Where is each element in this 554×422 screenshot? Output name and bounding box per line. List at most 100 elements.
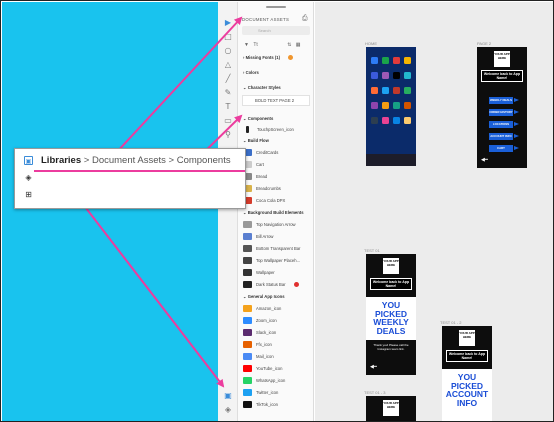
component-thumbnail xyxy=(243,377,252,385)
app-logo: YOUR APP HERE xyxy=(383,400,399,416)
component-item[interactable]: TikTok_icon xyxy=(238,400,313,410)
component-item[interactable]: Coca Cola DPX xyxy=(238,196,313,206)
search-input[interactable]: Search xyxy=(242,26,310,35)
warning-badge xyxy=(293,282,299,288)
app-icon xyxy=(382,72,389,79)
char-style-item[interactable]: BOLD TEXT PAGE 2 xyxy=(242,95,310,106)
app-icon xyxy=(371,72,378,79)
component-item[interactable]: YouTube_icon xyxy=(238,364,313,374)
component-item[interactable]: Cart xyxy=(238,160,313,170)
component-label: Ffx_icon xyxy=(256,342,272,347)
component-thumbnail xyxy=(243,341,252,349)
breadcrumb-components[interactable]: Components xyxy=(177,155,231,166)
layers-rail-icon[interactable]: ◈ xyxy=(223,405,233,415)
artboard-home[interactable] xyxy=(366,47,416,166)
component-item[interactable]: Breadcrumbs xyxy=(238,184,313,194)
component-item[interactable]: Amazon_icon xyxy=(238,304,313,314)
ellipse-tool-icon[interactable]: ○ xyxy=(223,46,233,56)
artboard-test2[interactable]: YOUR APP HERE Welcome back to App Name! … xyxy=(442,326,492,421)
component-item[interactable]: Dark Status Bar xyxy=(238,280,313,290)
component-group[interactable]: ⌄ General App Icons xyxy=(238,292,313,302)
filter-icon[interactable]: ▼ xyxy=(244,42,249,48)
libraries-icon[interactable]: ▣ xyxy=(24,156,33,165)
plugins-icon[interactable]: ⊞ xyxy=(24,190,33,199)
menu-button[interactable]: ACCOUNT INFO xyxy=(489,133,519,140)
component-item[interactable]: Bread xyxy=(238,172,313,182)
panel-grip[interactable] xyxy=(266,6,286,8)
missing-fonts-section[interactable]: › Missing Fonts (1) xyxy=(238,53,313,63)
menu-button[interactable]: LOCATIONS xyxy=(489,121,519,128)
component-thumbnail xyxy=(243,245,252,253)
artboard-test1[interactable]: YOUR APP HERE Welcome back to App Name! … xyxy=(366,254,416,375)
component-label: Twitter_icon xyxy=(256,390,279,395)
app-icon xyxy=(404,87,411,94)
component-group[interactable]: ⌄ Background Build Elements xyxy=(238,208,313,218)
component-item[interactable]: Ffx_icon xyxy=(238,340,313,350)
app-icon xyxy=(404,57,411,64)
grid-view-icon[interactable]: ▦ xyxy=(296,42,301,48)
artboard-tool-icon[interactable]: ▭ xyxy=(223,116,233,126)
back-arrow-icon[interactable]: ◀━ xyxy=(481,157,488,163)
select-tool-icon[interactable]: ▶ xyxy=(223,18,233,28)
component-item[interactable]: Wallpaper xyxy=(238,268,313,278)
component-label: Slack_icon xyxy=(256,330,277,335)
component-label: General App Icons xyxy=(247,294,285,299)
pen-tool-icon[interactable]: ✎ xyxy=(223,88,233,98)
component-item[interactable]: Bottom Transparent Bar xyxy=(238,244,313,254)
text-tool-icon[interactable]: T xyxy=(223,102,233,112)
layers-icon[interactable]: ◈ xyxy=(24,173,33,182)
component-thumbnail xyxy=(243,389,252,397)
welcome-banner: Welcome back to App Name! xyxy=(446,350,488,362)
artboard-page2[interactable]: YOUR APP HERE Welcome back to App Name! … xyxy=(477,47,527,168)
dock xyxy=(366,154,416,166)
line-tool-icon[interactable]: ╱ xyxy=(223,74,233,84)
app-logo: YOUR APP HERE xyxy=(494,51,510,67)
zoom-tool-icon[interactable]: ⚲ xyxy=(223,130,233,140)
app-icon xyxy=(371,117,378,124)
component-item[interactable]: TouchpScreen_icon xyxy=(238,125,313,135)
component-thumbnail xyxy=(243,365,252,373)
libraries-rail-icon[interactable]: ▣ xyxy=(223,391,233,401)
panel-filters: ▼ Tt ⇅ ▦ xyxy=(244,42,310,50)
polygon-tool-icon[interactable]: △ xyxy=(223,60,233,70)
artboard-label-page2: PAGE 2 xyxy=(477,41,492,46)
rectangle-tool-icon[interactable]: □ xyxy=(223,32,233,42)
component-group[interactable]: ⌄ Build Flow xyxy=(238,136,313,146)
menu-button[interactable]: CART xyxy=(489,145,519,152)
thanks-text: Thank you! Please call the Instagram tea… xyxy=(373,343,409,351)
component-item[interactable]: CreditCards xyxy=(238,148,313,158)
app-icon xyxy=(382,102,389,109)
character-styles-section[interactable]: ⌄ Character Styles xyxy=(238,83,313,93)
component-label: Zoom_icon xyxy=(256,318,277,323)
component-thumbnail xyxy=(243,317,252,325)
component-item[interactable]: Mail_icon xyxy=(238,352,313,362)
component-label: YouTube_icon xyxy=(256,366,283,371)
library-icon[interactable]: ⎙ xyxy=(302,15,308,23)
app-logo: YOUR APP HERE xyxy=(383,258,399,274)
components-section[interactable]: ⌄ Components xyxy=(238,114,313,124)
component-thumbnail xyxy=(243,233,252,241)
app-icon xyxy=(371,102,378,109)
component-item[interactable]: WhatsApp_icon xyxy=(238,376,313,386)
menu-button[interactable]: WEEKLY DEALS xyxy=(489,97,519,104)
component-item[interactable]: Twitter_icon xyxy=(238,388,313,398)
app-icon xyxy=(404,102,411,109)
text-filter-icon[interactable]: Tt xyxy=(253,42,257,48)
back-arrow-icon[interactable]: ◀━ xyxy=(370,364,377,370)
menu-button[interactable]: ORDER HISTORY xyxy=(489,109,519,116)
breadcrumb-libraries[interactable]: Libraries xyxy=(41,155,81,166)
component-item[interactable]: Top Wallpaper Placeh... xyxy=(238,256,313,266)
component-item[interactable]: Zoom_icon xyxy=(238,316,313,326)
component-label: Background Build Elements xyxy=(247,210,304,215)
component-item[interactable]: Top Navigation Arrow xyxy=(238,220,313,230)
component-label: Bottom Transparent Bar xyxy=(256,246,301,251)
sort-icon[interactable]: ⇅ xyxy=(287,42,291,48)
app-icon xyxy=(404,117,411,124)
component-item[interactable]: Slack_icon xyxy=(238,328,313,338)
artboard-test3[interactable]: YOUR APP HERE xyxy=(366,396,416,421)
colors-section[interactable]: › Colors xyxy=(238,68,313,78)
breadcrumb-document-assets[interactable]: Document Assets xyxy=(92,155,166,166)
app-icon xyxy=(393,117,400,124)
component-item[interactable]: Bill Arrow xyxy=(238,232,313,242)
component-label: Build Flow xyxy=(247,138,269,143)
